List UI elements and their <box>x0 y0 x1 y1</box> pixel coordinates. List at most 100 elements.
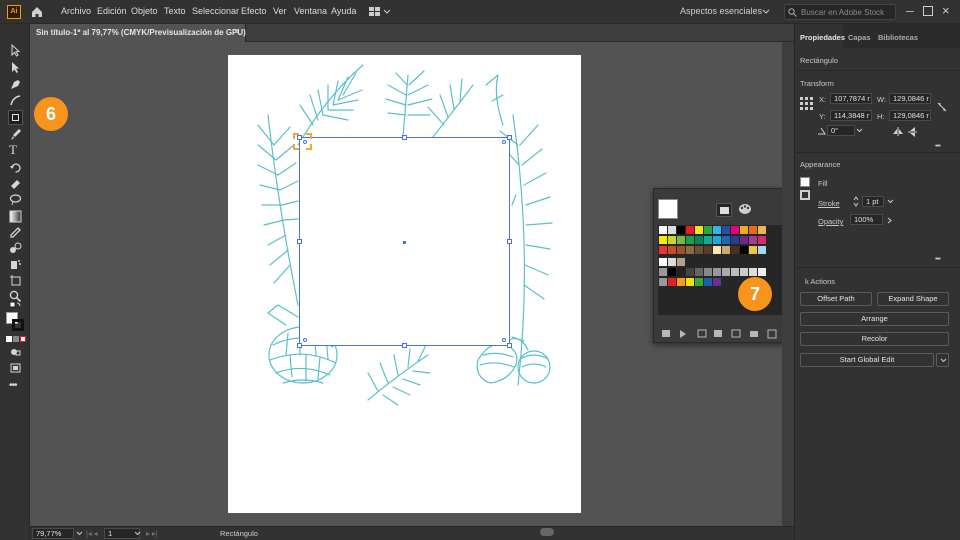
chevron-down-icon[interactable] <box>134 531 141 536</box>
x-field[interactable]: 107,7874 r <box>830 93 872 104</box>
color-swatch[interactable] <box>659 236 667 244</box>
color-swatch[interactable] <box>722 226 730 234</box>
color-swatch[interactable] <box>713 268 721 276</box>
resize-handle[interactable] <box>297 239 302 244</box>
minimize-button[interactable]: ─ <box>906 5 916 19</box>
menu-ayuda[interactable]: Ayuda <box>331 6 356 16</box>
resize-handle[interactable] <box>507 239 512 244</box>
lasso-tool-icon[interactable] <box>9 193 22 206</box>
curvature-tool-icon[interactable] <box>9 94 22 107</box>
corner-widget[interactable] <box>303 338 307 342</box>
color-swatch[interactable] <box>749 246 757 254</box>
color-swatch[interactable] <box>677 246 685 254</box>
color-swatch[interactable] <box>758 268 766 276</box>
color-swatch[interactable] <box>668 278 676 286</box>
screen-mode-icon[interactable] <box>9 362 22 375</box>
color-swatch[interactable] <box>731 226 739 234</box>
artboard-tool-icon[interactable] <box>9 274 22 287</box>
corner-widget[interactable] <box>502 338 506 342</box>
color-swatch[interactable] <box>704 278 712 286</box>
close-window-button[interactable]: × <box>942 3 954 18</box>
color-swatch[interactable] <box>668 246 676 254</box>
color-swatch[interactable] <box>731 246 739 254</box>
color-swatch[interactable] <box>686 226 694 234</box>
swap-fill-stroke-icon[interactable] <box>9 300 22 310</box>
selected-rectangle[interactable] <box>297 135 512 348</box>
close-document-button[interactable]: × <box>234 27 239 36</box>
appearance-more-button[interactable]: ••• <box>935 254 941 263</box>
type-tool-icon[interactable]: T <box>9 143 22 156</box>
h-field[interactable]: 129,0846 r <box>889 110 931 121</box>
tab-propiedades[interactable]: Propiedades <box>800 33 845 42</box>
color-swatch[interactable] <box>677 226 685 234</box>
color-swatch[interactable] <box>731 236 739 244</box>
y-field[interactable]: 114,3848 r <box>830 110 872 121</box>
workspace-switcher[interactable]: Aspectos esenciales <box>680 6 762 16</box>
menu-efecto[interactable]: Efecto <box>241 6 267 16</box>
tab-bibliotecas[interactable]: Bibliotecas <box>878 33 918 42</box>
offset-path-button[interactable]: Offset Path <box>800 292 872 306</box>
color-swatch[interactable] <box>659 258 667 266</box>
color-swatch[interactable] <box>704 246 712 254</box>
recolor-button[interactable]: Recolor <box>800 332 949 346</box>
color-swatch[interactable] <box>659 246 667 254</box>
color-swatch[interactable] <box>659 226 667 234</box>
color-mode-buttons[interactable] <box>6 336 26 343</box>
color-swatch[interactable] <box>668 268 676 276</box>
last-artboard-button[interactable]: ▸ ▸| <box>146 529 158 538</box>
tab-capas[interactable]: Capas <box>848 33 871 42</box>
color-swatch[interactable] <box>695 226 703 234</box>
menu-seleccionar[interactable]: Seleccionar <box>192 6 239 16</box>
menu-archivo[interactable]: Archivo <box>61 6 91 16</box>
blend-tool-icon[interactable] <box>9 242 22 255</box>
resize-handle[interactable] <box>507 343 512 348</box>
resize-handle[interactable] <box>402 135 407 140</box>
color-swatch[interactable] <box>722 268 730 276</box>
color-swatch[interactable] <box>749 226 757 234</box>
menu-objeto[interactable]: Objeto <box>131 6 158 16</box>
chevron-down-icon[interactable] <box>762 9 770 15</box>
stroke-options-icon[interactable] <box>800 190 810 200</box>
symbol-sprayer-tool-icon[interactable] <box>9 258 22 271</box>
eraser-tool-icon[interactable] <box>9 177 22 190</box>
color-swatch[interactable] <box>659 268 667 276</box>
rotate-field[interactable]: 0° <box>827 125 855 136</box>
arrange-button[interactable]: Arrange <box>800 312 949 326</box>
color-swatch[interactable] <box>695 246 703 254</box>
color-swatch[interactable] <box>695 278 703 286</box>
color-swatch[interactable] <box>695 236 703 244</box>
home-icon[interactable] <box>30 5 44 19</box>
color-swatch[interactable] <box>713 236 721 244</box>
chevron-down-icon[interactable] <box>76 531 83 536</box>
color-swatch[interactable] <box>686 236 694 244</box>
draw-mode-icon[interactable] <box>9 347 22 357</box>
color-swatch[interactable] <box>686 246 694 254</box>
color-swatch[interactable] <box>686 268 694 276</box>
color-swatch[interactable] <box>740 236 748 244</box>
menu-ver[interactable]: Ver <box>273 6 287 16</box>
menu-edicion[interactable]: Edición <box>97 6 127 16</box>
color-swatch[interactable] <box>695 268 703 276</box>
color-swatch[interactable] <box>758 246 766 254</box>
constrain-proportions-icon[interactable] <box>936 101 948 113</box>
color-swatch[interactable] <box>749 268 757 276</box>
opacity-field[interactable]: 100% <box>850 214 883 225</box>
color-swatch[interactable] <box>713 226 721 234</box>
stroke-stepper-icon[interactable] <box>853 196 859 207</box>
direct-selection-tool-icon[interactable] <box>9 61 22 74</box>
color-swatch[interactable] <box>704 268 712 276</box>
color-swatch[interactable] <box>758 226 766 234</box>
arrange-documents-icon[interactable] <box>368 6 392 18</box>
stroke-weight-field[interactable]: 1 pt <box>862 196 884 207</box>
w-field[interactable]: 129,0846 r <box>889 93 931 104</box>
swatch-list-view-button[interactable] <box>716 203 732 217</box>
color-swatch[interactable] <box>668 236 676 244</box>
color-swatch[interactable] <box>740 246 748 254</box>
rotate-tool-icon[interactable] <box>9 161 22 174</box>
eyedropper-tool-icon[interactable] <box>9 226 22 239</box>
fill-swatch[interactable] <box>800 177 810 187</box>
zoom-field[interactable]: 79,77% <box>32 528 74 539</box>
resize-handle[interactable] <box>402 343 407 348</box>
menu-texto[interactable]: Texto <box>164 6 186 16</box>
rectangle-tool-button[interactable] <box>8 110 23 125</box>
